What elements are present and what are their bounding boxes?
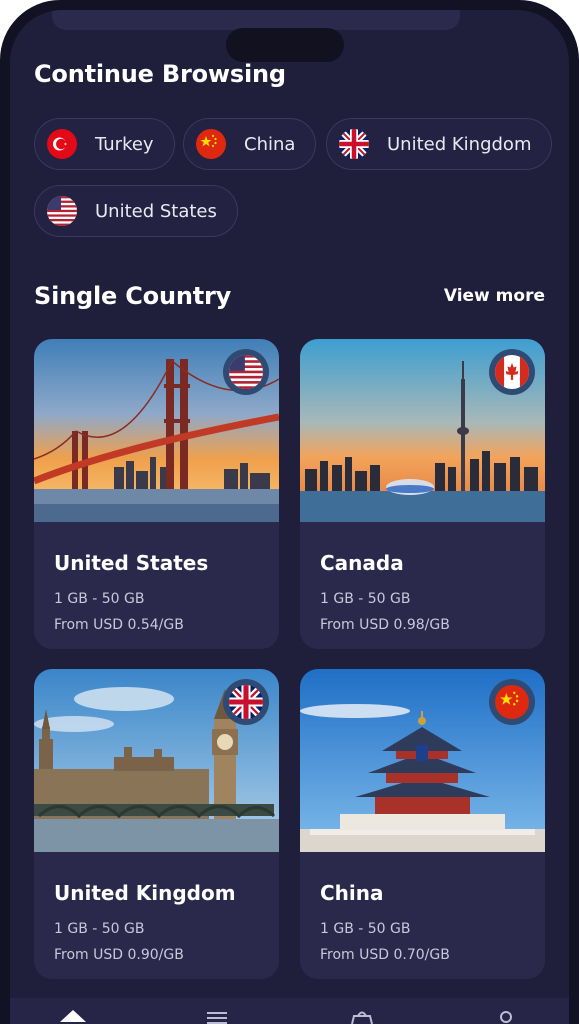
country-card-united-kingdom[interactable]: United Kingdom 1 GB - 50 GB From USD 0.9… — [34, 669, 279, 979]
shop-icon[interactable] — [348, 1008, 376, 1024]
uk-flag-icon — [339, 129, 369, 159]
chip-label: United Kingdom — [387, 133, 532, 155]
card-data-range: 1 GB - 50 GB — [320, 591, 411, 607]
us-flag-icon — [47, 196, 77, 226]
card-country-name: United Kingdom — [54, 881, 236, 905]
card-country-name: United States — [54, 551, 209, 575]
phone-frame: Continue Browsing Turkey China United Ki… — [0, 0, 579, 1024]
china-flag-icon — [196, 129, 226, 159]
card-data-range: 1 GB - 50 GB — [54, 591, 145, 607]
flag-badge — [223, 679, 269, 725]
card-country-name: China — [320, 881, 384, 905]
country-card-china[interactable]: China 1 GB - 50 GB From USD 0.70/GB — [300, 669, 545, 979]
card-price: From USD 0.98/GB — [320, 617, 450, 633]
card-price: From USD 0.54/GB — [54, 617, 184, 633]
list-icon[interactable] — [204, 1008, 230, 1024]
turkey-flag-icon — [47, 129, 77, 159]
continue-browsing-title: Continue Browsing — [34, 60, 286, 88]
flag-badge — [489, 349, 535, 395]
uk-flag-icon — [229, 685, 263, 719]
chip-label: United States — [95, 200, 217, 222]
chip-label: Turkey — [95, 133, 154, 155]
card-data-range: 1 GB - 50 GB — [320, 921, 411, 937]
flag-badge — [223, 349, 269, 395]
bottom-nav-bar — [10, 998, 569, 1024]
country-card-united-states[interactable]: United States 1 GB - 50 GB From USD 0.54… — [34, 339, 279, 649]
card-price: From USD 0.90/GB — [54, 947, 184, 963]
single-country-title: Single Country — [34, 282, 232, 310]
us-flag-icon — [229, 355, 263, 389]
china-flag-icon — [495, 685, 529, 719]
flag-badge — [489, 679, 535, 725]
view-more-link[interactable]: View more — [444, 286, 545, 306]
chip-china[interactable]: China — [183, 118, 317, 170]
chip-label: China — [244, 133, 296, 155]
home-icon[interactable] — [58, 1008, 88, 1024]
canada-flag-icon — [495, 355, 529, 389]
chip-united-kingdom[interactable]: United Kingdom — [326, 118, 553, 170]
chip-united-states[interactable]: United States — [34, 185, 238, 237]
country-card-canada[interactable]: Canada 1 GB - 50 GB From USD 0.98/GB — [300, 339, 545, 649]
card-price: From USD 0.70/GB — [320, 947, 450, 963]
status-bar — [52, 10, 460, 30]
card-country-name: Canada — [320, 551, 404, 575]
chip-turkey[interactable]: Turkey — [34, 118, 175, 170]
card-data-range: 1 GB - 50 GB — [54, 921, 145, 937]
app-screen: Continue Browsing Turkey China United Ki… — [10, 10, 569, 1024]
camera-notch — [226, 28, 344, 62]
profile-icon[interactable] — [496, 1008, 516, 1024]
